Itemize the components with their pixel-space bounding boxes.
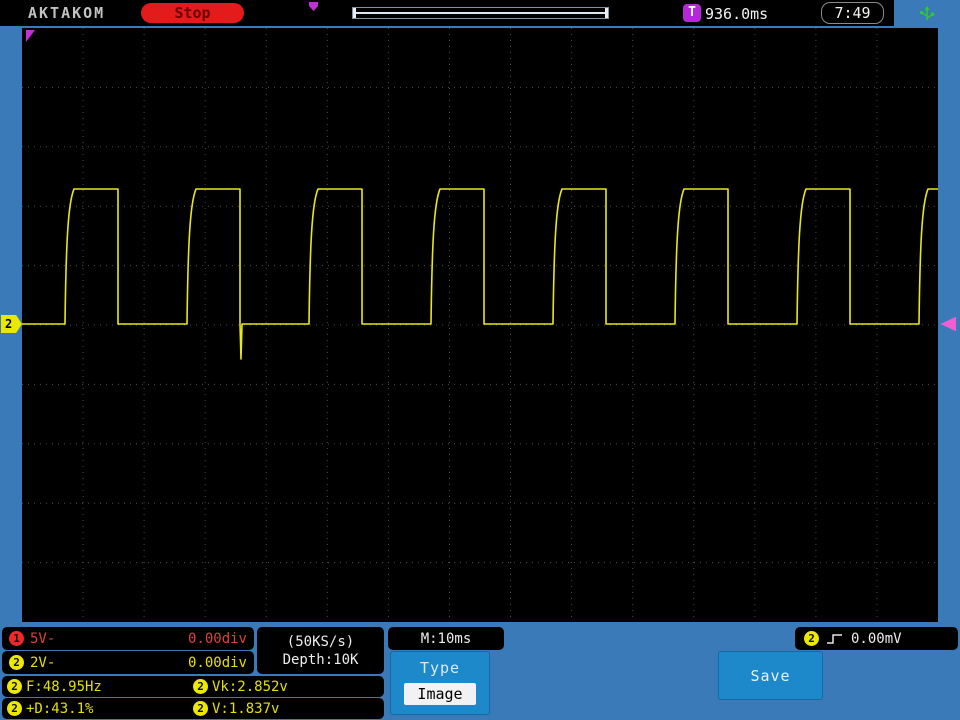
save-button[interactable]: Save <box>718 651 823 700</box>
type-selected-option[interactable]: Image <box>404 683 476 705</box>
measurements-row-1: 2 F:48.95Hz 2 Vk:2.852v <box>2 676 384 697</box>
memory-depth: Depth:10K <box>282 651 359 668</box>
brand-logo: AKTAKOM <box>28 4 106 22</box>
scope-canvas <box>22 28 938 622</box>
ch2-scale: 2V- <box>30 654 56 671</box>
meas-badge: 2 <box>193 701 208 716</box>
trigger-status: 2 0.00mV <box>795 627 958 650</box>
ch1-scale: 5V- <box>30 630 56 647</box>
meas-voltage: V:1.837v <box>212 700 280 717</box>
ch1-offset: 0.00div <box>187 630 247 647</box>
scope-display <box>22 28 938 622</box>
ch1-status: 1 5V- 0.00div <box>2 627 254 650</box>
type-button-label: Type <box>419 659 461 677</box>
trigger-source-badge: 2 <box>804 631 819 646</box>
rising-edge-icon <box>827 633 842 644</box>
meas-frequency: F:48.95Hz <box>26 678 102 695</box>
ch2-offset: 0.00div <box>187 654 247 671</box>
clock: 7:49 <box>821 2 884 24</box>
usb-status-area <box>894 0 960 26</box>
timebase-value: M:10ms <box>420 630 472 647</box>
trigger-time-badge: T <box>683 4 701 22</box>
ch2-badge: 2 <box>9 655 24 670</box>
trigger-time-value: 936.0ms <box>705 5 769 23</box>
trigger-level-arrow-icon[interactable] <box>940 316 956 332</box>
window-line <box>356 12 605 14</box>
window-right-bracket <box>605 8 608 18</box>
timebase-status: M:10ms <box>388 627 504 650</box>
acquisition-status: (50KS/s) Depth:10K <box>257 627 384 674</box>
meas-badge: 2 <box>193 679 208 694</box>
trigger-level-value: 0.00mV <box>851 630 902 647</box>
meas-duty: +D:43.1% <box>26 700 94 717</box>
meas-badge: 2 <box>7 679 22 694</box>
run-stop-button[interactable]: Stop <box>141 3 244 23</box>
measurements-row-2: 2 +D:43.1% 2 V:1.837v <box>2 698 384 719</box>
ch1-badge: 1 <box>9 631 24 646</box>
meas-badge: 2 <box>7 701 22 716</box>
ch2-status: 2 2V- 0.00div <box>2 651 254 674</box>
meas-vk: Vk:2.852v <box>212 678 288 695</box>
ch2-ground-marker[interactable]: 2 <box>1 315 22 333</box>
memory-window-bar[interactable] <box>352 7 609 19</box>
sample-rate: (50KS/s) <box>286 633 355 650</box>
usb-icon <box>919 5 935 20</box>
type-button[interactable]: Type Image <box>390 651 490 715</box>
